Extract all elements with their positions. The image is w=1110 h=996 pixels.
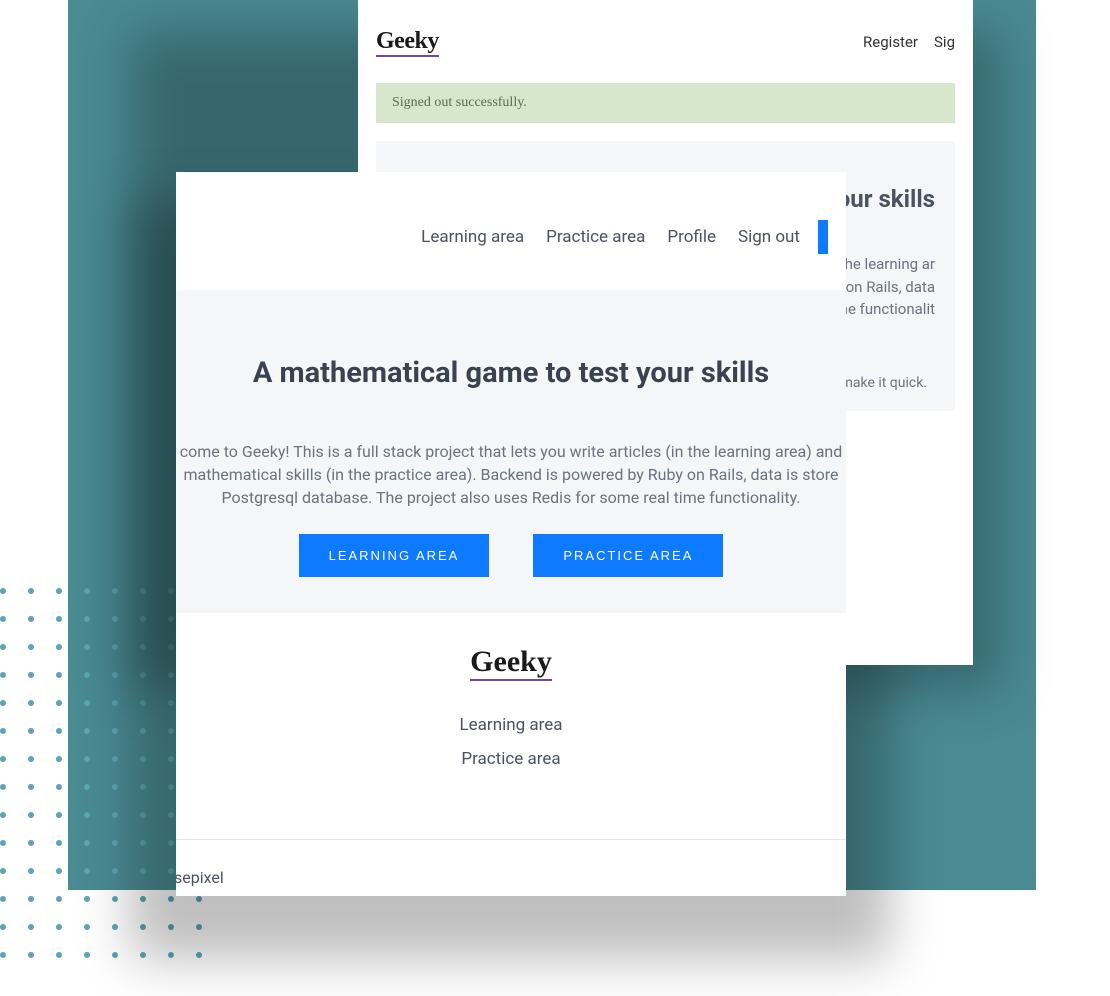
nav-practice-area[interactable]: Practice area xyxy=(546,227,645,247)
front-desc-line3: Postgresql database. The project also us… xyxy=(176,486,846,509)
front-window: Learning area Practice area Profile Sign… xyxy=(176,172,846,896)
credit-text: sepixel xyxy=(176,840,846,896)
front-description: come to Geeky! This is a full stack proj… xyxy=(176,440,846,510)
alert-success: Signed out successfully. xyxy=(376,83,955,123)
logo-front[interactable]: Geeky xyxy=(470,645,552,679)
nav-sign-out[interactable]: Sign out xyxy=(738,227,800,247)
front-desc-line2: mathematical skills (in the practice are… xyxy=(176,463,846,486)
button-row: LEARNING AREA PRACTICE AREA xyxy=(176,534,846,577)
front-title: A mathematical game to test your skills xyxy=(176,356,846,390)
front-desc-line1: come to Geeky! This is a full stack proj… xyxy=(176,440,846,463)
nav-signin[interactable]: Sig xyxy=(934,33,955,51)
footer-link-practice[interactable]: Practice area xyxy=(176,749,846,769)
front-hero: A mathematical game to test your skills … xyxy=(176,290,846,613)
front-nav: Learning area Practice area Profile Sign… xyxy=(176,172,846,290)
front-footer: Geeky Learning area Practice area xyxy=(176,613,846,815)
nav-profile[interactable]: Profile xyxy=(667,227,716,247)
practice-area-button[interactable]: PRACTICE AREA xyxy=(533,534,723,577)
back-header: Geeky Register Sig xyxy=(358,0,973,65)
nav-learning-area[interactable]: Learning area xyxy=(421,227,524,247)
blue-edge-indicator xyxy=(818,220,828,254)
learning-area-button[interactable]: LEARNING AREA xyxy=(299,534,490,577)
footer-link-learning[interactable]: Learning area xyxy=(176,715,846,735)
nav-register[interactable]: Register xyxy=(863,33,918,51)
back-nav: Register Sig xyxy=(863,33,955,51)
logo-back[interactable]: Geeky xyxy=(376,28,439,55)
